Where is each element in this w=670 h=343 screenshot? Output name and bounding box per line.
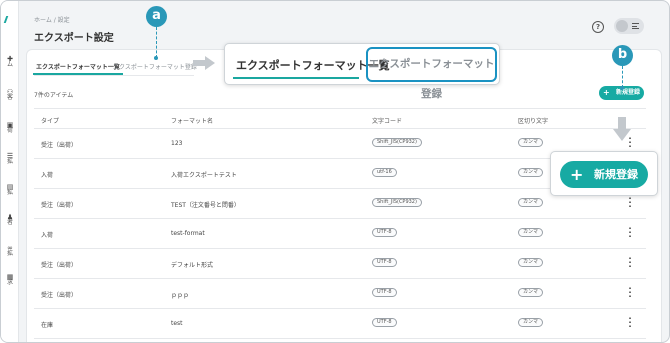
more-options-icon[interactable]: ···: [627, 315, 633, 331]
callout-point-b: [620, 86, 624, 90]
user-menu[interactable]: [614, 18, 644, 34]
tab-divider: [34, 75, 194, 76]
zoomed-tabs-callout: エクスポートフォーマット一覧 エクスポートフォーマット登録: [224, 43, 500, 100]
menu-icon[interactable]: [632, 23, 639, 29]
cell-type: 入荷: [41, 232, 54, 239]
delimiter-badge: カンマ: [518, 198, 544, 207]
breadcrumb[interactable]: ホーム / 設定: [34, 15, 70, 24]
encoding-badge: UTF-8: [372, 318, 397, 327]
zoomed-tab-underline: [233, 77, 359, 79]
cell-format-name: test-format: [171, 230, 205, 237]
nav-item-label: ム: [6, 61, 13, 68]
zoomed-tab-format-register: エクスポートフォーマット登録: [366, 47, 497, 100]
encoding-badge: utf-16: [372, 168, 397, 177]
delimiter-badge: カンマ: [518, 258, 544, 267]
column-header-delimiter[interactable]: 区切り文字: [518, 116, 548, 125]
cell-format-name: デフォルト形式: [171, 262, 214, 269]
table-row[interactable]: 入荷 test-format UTF-8 カンマ · · ·: [34, 219, 646, 249]
more-options-icon[interactable]: ···: [627, 225, 633, 241]
cell-format-name: test: [171, 320, 183, 327]
nav-item[interactable]: ▤ 拡: [4, 184, 16, 196]
page-title: エクスポート設定: [34, 33, 114, 44]
column-header-encoding[interactable]: 文字コード: [372, 116, 402, 125]
new-register-label: 新規登録: [616, 89, 641, 96]
arrow-down-icon: [613, 117, 631, 141]
help-icon[interactable]: ?: [592, 21, 604, 33]
cell-type: 受注（出荷）: [41, 292, 78, 299]
more-options-icon[interactable]: ···: [627, 285, 633, 301]
tab-format-list[interactable]: エクスポートフォーマット一覧: [33, 62, 123, 75]
cell-type: 受注（出荷）: [41, 142, 78, 149]
table-row[interactable]: 受注（出荷） ｐｐｐ UTF-8 カンマ · · ·: [34, 279, 646, 309]
zoomed-new-register-button: + 新規登録: [560, 161, 648, 188]
encoding-badge: UTF-8: [372, 228, 397, 237]
callout-leader-a: [156, 27, 157, 58]
logo-icon: [1, 16, 9, 23]
delimiter-badge: カンマ: [518, 288, 544, 297]
nav-item[interactable]: ♟ 者: [4, 214, 16, 226]
delimiter-badge: カンマ: [518, 228, 544, 237]
nav-item[interactable]: ✚ ム: [4, 56, 16, 68]
nav-item[interactable]: ⚇ 客: [4, 89, 16, 101]
delimiter-badge: カンマ: [518, 138, 544, 147]
nav-item-label: 者: [6, 219, 13, 226]
cell-format-name: 入荷エクスポートテスト: [171, 172, 237, 179]
left-nav-rail: ✚ ム ⚇ 客 ▣ 荷 ☰ 拡 ▤ 拡 ♟ 者 ∞ 拡 ▦ 求: [1, 1, 19, 342]
table-row[interactable]: 受注（出荷） デフォルト形式 UTF-8 カンマ · · ·: [34, 249, 646, 279]
encoding-badge: UTF-8: [372, 288, 397, 297]
cell-format-name: ｐｐｐ: [171, 292, 190, 299]
nav-item-label: 拡: [6, 158, 13, 165]
nav-item[interactable]: ∞ 拡: [4, 245, 16, 257]
nav-item-label: 拡: [6, 250, 13, 257]
callout-marker-b: b: [612, 45, 633, 66]
column-header-name[interactable]: フォーマット名: [171, 116, 213, 125]
plus-icon: +: [603, 88, 610, 97]
nav-item[interactable]: ▦ 求: [4, 274, 16, 286]
cell-type: 在庫: [41, 322, 54, 329]
cell-type: 受注（出荷）: [41, 262, 78, 269]
item-count: 7件のアイテム: [34, 92, 74, 99]
delimiter-badge: カンマ: [518, 318, 544, 327]
arrow-right-icon: [193, 56, 215, 70]
plus-icon: +: [570, 165, 584, 184]
cell-format-name: TEST（注文番号と問番）: [171, 202, 240, 209]
nav-item-label: 拡: [6, 189, 13, 196]
callout-point-a: [154, 56, 158, 60]
callout-leader-b: [622, 66, 623, 88]
table-header: タイプ フォーマット名 文字コード 区切り文字: [34, 108, 646, 129]
encoding-badge: UTF-8: [372, 258, 397, 267]
more-options-icon[interactable]: ···: [627, 195, 633, 211]
column-header-type[interactable]: タイプ: [41, 116, 59, 125]
cell-type: 受注（出荷）: [41, 202, 78, 209]
table-row[interactable]: 在庫 test UTF-8 カンマ · · ·: [34, 309, 646, 339]
zoomed-new-register-label: 新規登録: [594, 168, 638, 181]
nav-item-label: 荷: [6, 127, 13, 134]
tab-format-register[interactable]: エクスポートフォーマット登録: [113, 62, 197, 71]
zoomed-button-callout: + 新規登録: [550, 151, 658, 196]
nav-item-label: 客: [6, 94, 13, 101]
delimiter-badge: カンマ: [518, 168, 544, 177]
nav-item-label: 求: [6, 279, 13, 286]
app-window: ✚ ム ⚇ 客 ▣ 荷 ☰ 拡 ▤ 拡 ♟ 者 ∞ 拡 ▦ 求 ホーム / 設定 エクスポート設定 ? エクス…: [0, 0, 670, 343]
cell-format-name: 123: [171, 140, 183, 147]
cell-type: 入荷: [41, 172, 54, 179]
avatar[interactable]: [616, 20, 628, 32]
nav-item[interactable]: ▣ 荷: [4, 122, 16, 134]
more-options-icon[interactable]: ···: [627, 255, 633, 271]
encoding-badge: Shift_JIS(CP932): [372, 198, 422, 207]
nav-item[interactable]: ☰ 拡: [4, 153, 16, 165]
callout-marker-a: a: [146, 6, 167, 27]
encoding-badge: Shift_JIS(CP932): [372, 138, 422, 147]
